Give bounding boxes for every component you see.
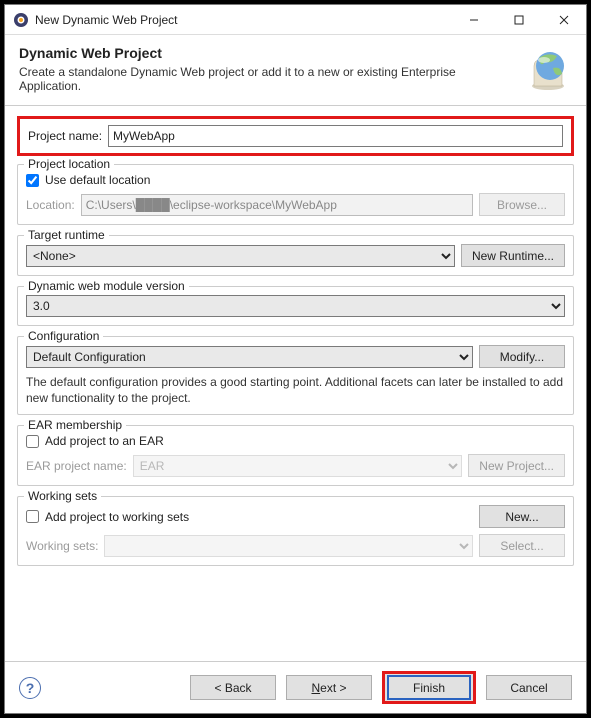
new-ear-project-button: New Project... xyxy=(468,454,565,477)
location-input xyxy=(81,194,473,216)
back-button: < Back xyxy=(190,675,276,700)
next-button[interactable]: Next > xyxy=(286,675,372,700)
working-sets-label: Working sets: xyxy=(26,539,98,553)
use-default-location-checkbox[interactable] xyxy=(26,174,39,187)
ear-membership-legend: EAR membership xyxy=(24,418,126,432)
project-location-group: Project location Use default location Lo… xyxy=(17,164,574,225)
configuration-legend: Configuration xyxy=(24,329,103,343)
browse-button: Browse... xyxy=(479,193,565,216)
new-runtime-button[interactable]: New Runtime... xyxy=(461,244,565,267)
help-icon[interactable]: ? xyxy=(19,677,41,699)
project-location-legend: Project location xyxy=(24,157,114,171)
globe-icon xyxy=(524,45,572,93)
project-name-input[interactable] xyxy=(108,125,563,147)
project-name-highlight: Project name: xyxy=(17,116,574,156)
titlebar: New Dynamic Web Project xyxy=(5,5,586,35)
working-sets-select xyxy=(104,535,473,557)
wizard-subtitle: Create a standalone Dynamic Web project … xyxy=(19,65,516,93)
working-sets-group: Working sets Add project to working sets… xyxy=(17,496,574,566)
target-runtime-group: Target runtime <None> New Runtime... xyxy=(17,235,574,276)
wizard-header: Dynamic Web Project Create a standalone … xyxy=(5,35,586,106)
select-working-set-button: Select... xyxy=(479,534,565,557)
wizard-content: Project name: Project location Use defau… xyxy=(5,106,586,661)
window-title: New Dynamic Web Project xyxy=(35,13,451,27)
new-working-set-button[interactable]: New... xyxy=(479,505,565,528)
maximize-button[interactable] xyxy=(496,5,541,34)
dialog-window: New Dynamic Web Project Dynamic Web Proj… xyxy=(4,4,587,714)
target-runtime-select[interactable]: <None> xyxy=(26,245,455,267)
location-label: Location: xyxy=(26,198,75,212)
configuration-group: Configuration Default Configuration Modi… xyxy=(17,336,574,415)
module-version-select[interactable]: 3.0 xyxy=(26,295,565,317)
project-name-label: Project name: xyxy=(28,129,102,143)
app-icon xyxy=(13,12,29,28)
working-sets-legend: Working sets xyxy=(24,489,101,503)
add-to-working-sets-label: Add project to working sets xyxy=(45,510,189,524)
add-to-working-sets-checkbox[interactable] xyxy=(26,510,39,523)
wizard-title: Dynamic Web Project xyxy=(19,45,516,61)
button-bar: ? < Back Next > Finish Cancel xyxy=(5,661,586,713)
finish-button[interactable]: Finish xyxy=(382,671,476,704)
configuration-description: The default configuration provides a goo… xyxy=(26,374,565,406)
ear-membership-group: EAR membership Add project to an EAR EAR… xyxy=(17,425,574,486)
module-version-group: Dynamic web module version 3.0 xyxy=(17,286,574,326)
target-runtime-legend: Target runtime xyxy=(24,228,109,242)
modify-button[interactable]: Modify... xyxy=(479,345,565,368)
ear-project-name-label: EAR project name: xyxy=(26,459,127,473)
configuration-select[interactable]: Default Configuration xyxy=(26,346,473,368)
cancel-button[interactable]: Cancel xyxy=(486,675,572,700)
close-button[interactable] xyxy=(541,5,586,34)
minimize-button[interactable] xyxy=(451,5,496,34)
module-version-legend: Dynamic web module version xyxy=(24,279,189,293)
add-to-ear-label: Add project to an EAR xyxy=(45,434,164,448)
use-default-location-label: Use default location xyxy=(45,173,150,187)
add-to-ear-checkbox[interactable] xyxy=(26,435,39,448)
ear-project-name-select: EAR xyxy=(133,455,463,477)
